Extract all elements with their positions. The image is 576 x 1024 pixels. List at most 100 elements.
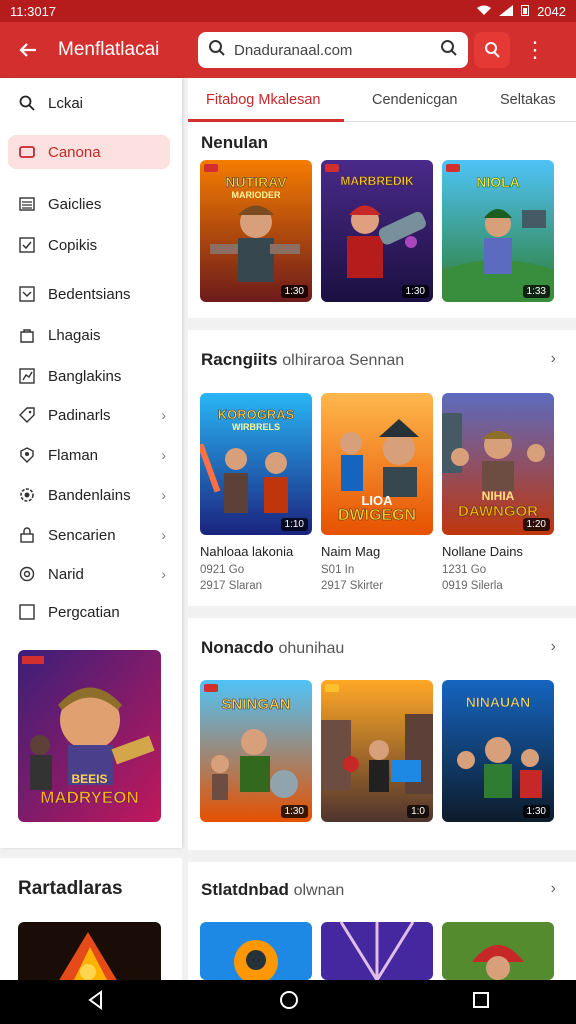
card-duration-badge: 1:30 [401, 285, 429, 298]
sidebar-item-label: Narid [48, 565, 84, 583]
card-art-title: NIOLA [476, 174, 520, 191]
sidebar-item-0[interactable]: Lckai [8, 86, 170, 120]
filter-search-button[interactable] [474, 32, 510, 68]
card-duration-badge: 1:30 [522, 805, 550, 818]
card-title[interactable]: Nollane Dains [442, 544, 523, 559]
card-art-title: KOROGRAS [217, 407, 295, 423]
sidebar-item-4[interactable]: Bedentsians [8, 277, 170, 311]
sidebar-item-2[interactable]: Gaiclies [8, 187, 170, 221]
lock-icon [18, 526, 36, 544]
promo-banner[interactable]: BEEIS MADRYEON [18, 650, 161, 822]
bag-icon [18, 326, 36, 344]
badge-icon [18, 446, 36, 464]
sidebar-item-label: Pergcatian [48, 603, 120, 621]
game-card[interactable] [442, 922, 554, 980]
search-submit-icon[interactable] [440, 39, 458, 62]
sidebar-item-7[interactable]: Padinarls › [8, 398, 170, 432]
status-icons: 2042 [477, 4, 566, 19]
circle-icon [18, 565, 36, 583]
sidebar-item-label: Gaiclies [48, 195, 102, 213]
battery-icon [521, 4, 530, 19]
main-content: Fitabog Mkalesan Cendenicgan Seltakas Ne… [188, 78, 576, 980]
sidebar-section-2-title: Rartadlaras [18, 878, 123, 899]
sidebar-item-1[interactable]: Canona [8, 135, 170, 169]
section-1: Racngiits olhiraroa Sennan › KOROGRAS WI… [188, 330, 576, 606]
sidebar-item-label: Bandenlains [48, 486, 131, 504]
promo-title-line2: MADRYEON [40, 788, 139, 808]
status-right-text: 2042 [537, 3, 566, 19]
game-card[interactable]: KOROGRAS WIRBRELS 1:10 [200, 393, 312, 535]
system-nav-bar [0, 980, 576, 1024]
section-chevron-right-icon[interactable]: › [551, 880, 556, 898]
more-options-icon[interactable]: ⋮ [524, 37, 546, 63]
tab-2[interactable]: Seltakas [500, 92, 556, 108]
sidebar-item-8[interactable]: Flaman › [8, 438, 170, 472]
section-chevron-right-icon[interactable]: › [551, 638, 556, 656]
card-art-title: NINAUAN [465, 694, 531, 711]
card-meta-line1: S01 In [321, 564, 355, 576]
card-duration-badge: 1:20 [522, 518, 550, 531]
section-title: Stlatdnbad olwnan [201, 880, 344, 900]
tab-0[interactable]: Fitabog Mkalesan [206, 92, 320, 108]
section-3: Stlatdnbad olwnan › [188, 862, 576, 980]
sidebar-item-9[interactable]: Bandenlains › [8, 478, 170, 512]
game-card[interactable]: SNINGAN 1:30 [200, 680, 312, 822]
section-subtitle: olhiraroa Sennan [282, 352, 405, 369]
checkbox-icon [18, 285, 36, 303]
sidebar-item-10[interactable]: Sencarien › [8, 518, 170, 552]
list-icon [18, 195, 36, 213]
card-title[interactable]: Naim Mag [321, 544, 380, 559]
chevron-right-icon: › [161, 487, 166, 503]
game-card[interactable]: 1:0 [321, 680, 433, 822]
section-title-text: Nonacdo [201, 638, 274, 657]
sidebar-section-2-thumbnail[interactable] [18, 922, 161, 980]
card-duration-badge: 1:30 [280, 285, 308, 298]
chart-icon [18, 367, 36, 385]
search-icon [18, 94, 36, 112]
card-duration-badge: 1:10 [280, 518, 308, 531]
game-card[interactable]: MARBREDIK 1:30 [321, 160, 433, 302]
search-input[interactable]: Dnaduranaal.com [234, 42, 432, 59]
section-title: Racngiits olhiraroa Sennan [201, 350, 404, 370]
game-card[interactable]: NIHIA DAWNGOR 1:20 [442, 393, 554, 535]
tab-1[interactable]: Cendenicgan [372, 92, 457, 108]
wifi-icon [477, 4, 492, 19]
section-0: Nenulan NUTIRAV MARIODER 1:30 MARBREDIK … [188, 122, 576, 318]
card-duration-badge: 1:30 [280, 805, 308, 818]
status-bar: 11:3017 2042 [0, 0, 576, 22]
search-field[interactable]: Dnaduranaal.com [198, 32, 468, 68]
promo-title-line1: BEEIS [71, 772, 108, 786]
card-tag [325, 684, 339, 692]
game-card[interactable]: NUTIRAV MARIODER 1:30 [200, 160, 312, 302]
card-art-subtitle: WIRBRELS [232, 422, 280, 432]
game-card[interactable]: LIOA DWIGEGN [321, 393, 433, 535]
nav-back-icon[interactable] [86, 989, 106, 1015]
section-title: Nonacdo ohunihau [201, 638, 344, 658]
sidebar-item-label: Canona [48, 143, 101, 161]
section-subtitle: ohunihau [278, 640, 345, 657]
back-arrow-icon[interactable] [10, 32, 46, 68]
sidebar-item-5[interactable]: Lhagais [8, 318, 170, 352]
game-card[interactable] [200, 922, 312, 980]
game-card[interactable]: NINAUAN 1:30 [442, 680, 554, 822]
sidebar-item-6[interactable]: Banglakins [8, 359, 170, 393]
sidebar-item-12[interactable]: Pergcatian [8, 595, 170, 629]
sidebar-item-3[interactable]: Copikis [8, 228, 170, 262]
card-art-title: NIHIA [481, 489, 515, 503]
section-chevron-right-icon[interactable]: › [551, 350, 556, 368]
card-title[interactable]: Nahloaa lakonia [200, 544, 293, 559]
card-meta-line1: 1231 Go [442, 564, 487, 576]
game-card[interactable] [321, 922, 433, 980]
game-card[interactable]: NIOLA 1:33 [442, 160, 554, 302]
sidebar-item-label: Copikis [48, 236, 98, 254]
card-duration-badge: 1:0 [407, 805, 429, 818]
status-time: 11:3017 [10, 3, 57, 19]
chevron-right-icon: › [161, 447, 166, 463]
chevron-right-icon: › [161, 566, 166, 582]
nav-home-icon[interactable] [279, 990, 299, 1015]
sidebar-item-11[interactable]: Narid › [8, 557, 170, 591]
sidebar-item-label: Banglakins [48, 367, 122, 385]
card-meta-line2: 2917 Slaran [200, 580, 263, 592]
card-duration-badge: 1:33 [522, 285, 550, 298]
nav-recents-icon[interactable] [472, 991, 490, 1014]
